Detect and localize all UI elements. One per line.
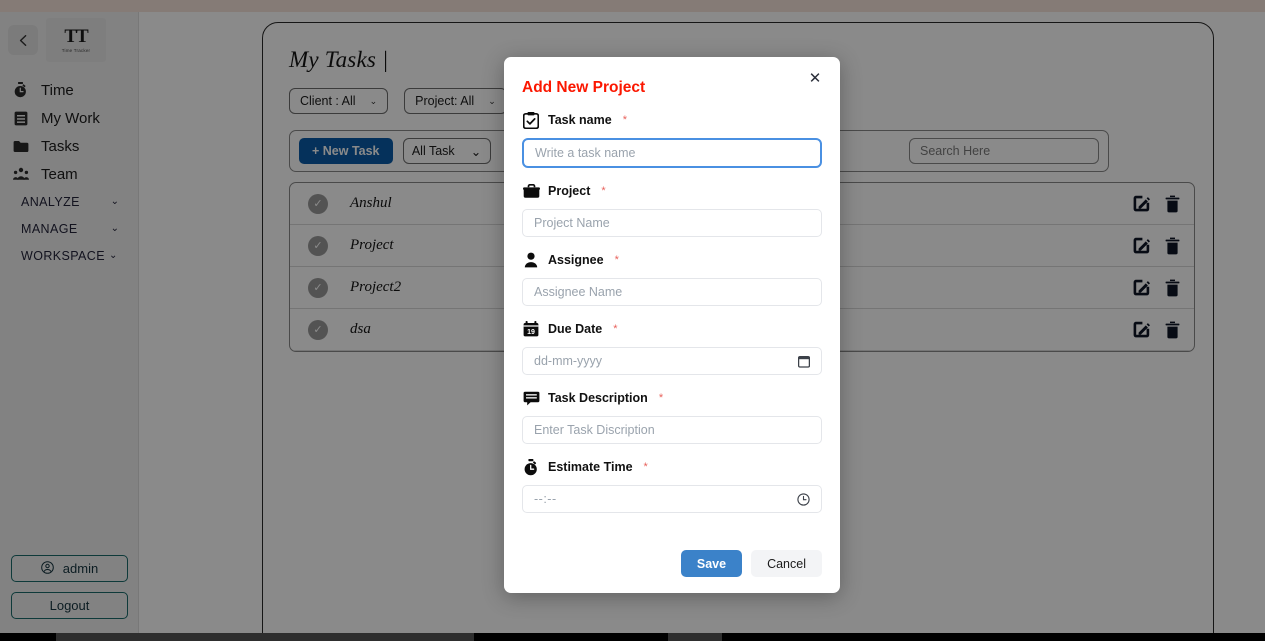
required-marker: * <box>601 185 606 197</box>
field-label: Estimate Time * <box>522 457 822 477</box>
cancel-button[interactable]: Cancel <box>751 550 822 577</box>
svg-text:19: 19 <box>527 329 535 336</box>
field-project: Project * Project Name <box>522 181 822 237</box>
field-label-text: Estimate Time <box>548 460 633 474</box>
modal-title: Add New Project <box>522 79 646 96</box>
clipboard-check-icon <box>522 111 540 129</box>
briefcase-icon <box>522 182 540 200</box>
close-icon[interactable]: ✕ <box>804 67 826 89</box>
taskbar-segment <box>56 633 474 641</box>
stopwatch-icon <box>522 458 540 476</box>
field-label: Project * <box>522 181 822 201</box>
field-label: Task Description * <box>522 388 822 408</box>
calendar-picker-icon[interactable] <box>798 355 810 368</box>
field-estimate-time: Estimate Time * --:-- <box>522 457 822 513</box>
save-button[interactable]: Save <box>680 550 743 577</box>
required-marker: * <box>613 323 618 335</box>
field-label-text: Assignee <box>548 253 604 267</box>
taskbar-segment <box>668 633 722 641</box>
add-new-project-modal: Add New Project ✕ Task name * Write a ta… <box>504 57 840 593</box>
field-label-text: Task name <box>548 113 612 127</box>
field-label: Task name * <box>522 110 822 130</box>
field-task-name: Task name * Write a task name <box>522 110 822 168</box>
project-name-input[interactable]: Project Name <box>522 209 822 237</box>
comment-box-icon <box>522 389 540 407</box>
field-assignee: Assignee * Assignee Name <box>522 250 822 306</box>
due-date-input[interactable]: dd-mm-yyyy <box>522 347 822 375</box>
field-due-date: 19 Due Date * dd-mm-yyyy <box>522 319 822 375</box>
field-label-text: Project <box>548 184 591 198</box>
field-task-description: Task Description * Enter Task Discriptio… <box>522 388 822 444</box>
task-name-input[interactable]: Write a task name <box>522 138 822 168</box>
field-label: Assignee * <box>522 250 822 270</box>
clock-picker-icon[interactable] <box>797 492 810 506</box>
required-marker: * <box>643 461 648 473</box>
screen-root: TT Time Tracker Time My Work Tasks Team … <box>0 0 1265 641</box>
estimate-time-input[interactable]: --:-- <box>522 485 822 513</box>
due-date-placeholder: dd-mm-yyyy <box>534 354 603 368</box>
field-label: 19 Due Date * <box>522 319 822 339</box>
calendar-19-icon: 19 <box>522 320 540 338</box>
required-marker: * <box>614 254 619 266</box>
assignee-name-input[interactable]: Assignee Name <box>522 278 822 306</box>
field-label-text: Task Description <box>548 391 648 405</box>
required-marker: * <box>658 392 664 404</box>
task-description-input[interactable]: Enter Task Discription <box>522 416 822 444</box>
field-label-text: Due Date <box>548 322 603 336</box>
estimate-time-placeholder: --:-- <box>534 492 557 506</box>
modal-actions: Save Cancel <box>680 550 822 577</box>
os-taskbar <box>0 633 1265 641</box>
required-marker: * <box>622 114 627 126</box>
person-icon <box>522 251 540 269</box>
